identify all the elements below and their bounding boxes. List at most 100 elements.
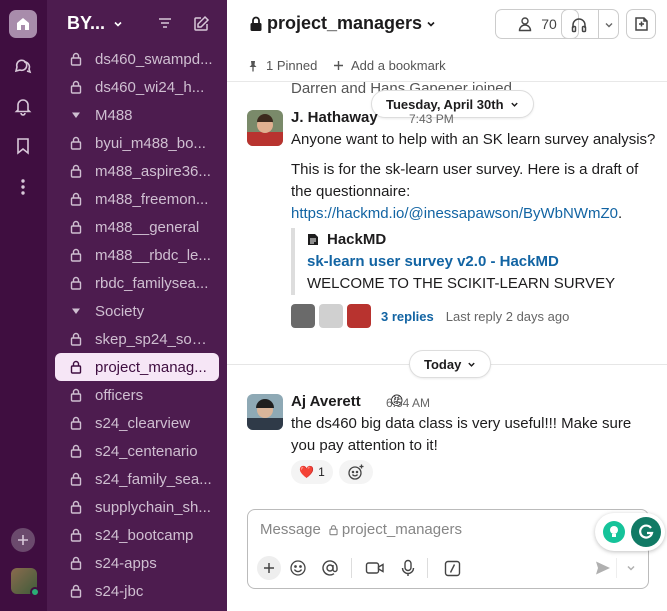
message-timestamp[interactable]: 7:43 PM	[409, 112, 454, 126]
lightbulb-icon	[603, 521, 625, 543]
caret-down-icon	[72, 112, 80, 118]
sidebar-channel[interactable]: m488_freemon...	[47, 185, 227, 213]
sidebar-channel[interactable]: s24_bootcamp	[47, 521, 227, 549]
message-author[interactable]: Aj Averett	[291, 393, 361, 410]
sidebar-channel-label: m488_freemon...	[95, 190, 209, 208]
attach-button[interactable]	[257, 556, 281, 580]
chevron-down-icon[interactable]	[604, 20, 614, 30]
lock-icon	[70, 528, 82, 542]
sidebar-channel-active[interactable]: project_manag...	[55, 353, 219, 381]
add-emoji-icon	[348, 464, 364, 480]
slash-command-icon	[444, 560, 460, 576]
compose-icon[interactable]	[192, 15, 210, 33]
sidebar-channel[interactable]: s24_family_sea...	[47, 465, 227, 493]
sidebar-channel[interactable]: skep_sp24_soci...	[47, 325, 227, 353]
lock-icon	[70, 164, 82, 178]
bookmark-icon[interactable]	[12, 135, 34, 157]
lock-icon	[70, 500, 82, 514]
sidebar-channel[interactable]: s24_clearview	[47, 409, 227, 437]
reaction-heart[interactable]: ❤️ 1	[291, 460, 333, 484]
video-icon	[365, 562, 384, 574]
add-workspace-button[interactable]	[11, 528, 35, 552]
pin-icon	[249, 60, 257, 71]
message-author[interactable]: J. Hathaway	[291, 109, 378, 126]
toolbar-separator	[351, 558, 352, 578]
workspace-switcher[interactable]: BY...	[67, 13, 123, 34]
message-timestamp[interactable]: 6:54 AM	[386, 396, 430, 410]
emoji-button[interactable]	[287, 557, 309, 579]
sidebar-channel[interactable]: officers	[47, 381, 227, 409]
grammarly-widget[interactable]	[595, 513, 665, 551]
sidebar-channel[interactable]: byui_m488_bo...	[47, 129, 227, 157]
pinned-button[interactable]: 1 Pinned	[247, 58, 317, 73]
bell-icon[interactable]	[12, 95, 34, 117]
mention-button[interactable]	[319, 557, 341, 579]
chevron-down-icon	[427, 21, 435, 27]
huddle-button[interactable]	[561, 9, 619, 39]
sidebar-channel-label: ds460_swampd...	[95, 50, 213, 68]
message-link[interactable]: https://hackmd.io/@inessapawson/ByWbNWmZ…	[291, 205, 618, 222]
avatar[interactable]	[247, 110, 283, 146]
channel-title-button[interactable]: project_managers	[249, 13, 436, 34]
link-preview-source-label: HackMD	[327, 230, 387, 248]
sidebar-channel[interactable]: m488__general	[47, 213, 227, 241]
channel-list: ds460_swampd... ds460_wi24_h... M488 byu…	[47, 45, 227, 605]
sidebar-channel[interactable]: s24_centenario	[47, 437, 227, 465]
caret-down-icon	[72, 308, 80, 314]
sidebar-channel[interactable]: rbdc_familysea...	[47, 269, 227, 297]
workspace-name: BY...	[67, 13, 106, 33]
avatar[interactable]	[247, 394, 283, 430]
sidebar-section-society[interactable]: Society	[47, 297, 227, 325]
filter-icon[interactable]	[157, 15, 173, 31]
link-preview: HackMD sk-learn user survey v2.0 - HackM…	[291, 228, 651, 295]
document-icon	[308, 233, 318, 245]
message-text: Anyone want to help with an SK learn sur…	[291, 131, 656, 148]
shortcuts-button[interactable]	[441, 557, 463, 579]
at-sign-icon	[322, 560, 338, 576]
sidebar-channel[interactable]: ds460_swampd...	[47, 45, 227, 73]
sidebar-channel[interactable]: m488_aspire36...	[47, 157, 227, 185]
pinned-label: 1 Pinned	[266, 58, 318, 73]
date-divider[interactable]: Today	[409, 350, 492, 378]
link-preview-title[interactable]: sk-learn user survey v2.0 - HackMD	[307, 250, 651, 273]
home-icon[interactable]	[9, 10, 37, 38]
message-text-line: This is for the sk-learn user survey. He…	[291, 161, 639, 200]
video-clip-button[interactable]	[364, 557, 386, 579]
sidebar-channel-label: rbdc_familysea...	[95, 274, 209, 292]
sidebar-channel[interactable]: supplychain_sh...	[47, 493, 227, 521]
send-button[interactable]	[592, 557, 614, 579]
thread-replies-link[interactable]: 3 replies	[381, 309, 434, 324]
sidebar-channel-label: s24_bootcamp	[95, 526, 194, 544]
microphone-icon	[401, 559, 415, 576]
sidebar-section-label: M488	[95, 106, 133, 124]
message-input[interactable]: Message project_managers	[260, 521, 462, 538]
add-bookmark-button[interactable]: Add a bookmark	[333, 58, 446, 73]
add-reaction-button[interactable]	[339, 460, 373, 484]
sidebar-channel-label: project_manag...	[95, 358, 207, 376]
more-icon[interactable]	[12, 176, 34, 198]
thread-last-reply: Last reply 2 days ago	[445, 308, 570, 324]
sidebar-channel-label: s24_clearview	[95, 414, 191, 432]
channel-name: project_managers	[267, 13, 423, 33]
sidebar-section-m488[interactable]: M488	[47, 101, 227, 129]
canvas-button[interactable]	[626, 9, 656, 39]
canvas-icon	[635, 17, 648, 31]
chevron-down-icon	[627, 565, 635, 571]
sidebar-channel[interactable]: s24-apps	[47, 549, 227, 577]
channel-header: project_managers 70	[227, 0, 667, 50]
lock-icon	[329, 524, 338, 535]
headphones-icon	[571, 18, 587, 33]
thread-summary[interactable]: 3 replies Last reply 2 days ago	[291, 304, 569, 328]
dms-icon[interactable]	[12, 55, 34, 77]
sidebar-channel[interactable]: s24-jbc	[47, 577, 227, 605]
placeholder-channel: project_managers	[341, 521, 462, 538]
sidebar-channel[interactable]: ds460_wi24_h...	[47, 73, 227, 101]
sidebar-channel[interactable]: m488__rbdc_le...	[47, 241, 227, 269]
send-options-button[interactable]	[620, 557, 642, 579]
date-divider-label: Tuesday, April 30th	[386, 96, 504, 112]
audio-clip-button[interactable]	[397, 557, 419, 579]
chevron-down-icon	[510, 102, 518, 107]
lock-icon	[70, 556, 82, 570]
user-avatar[interactable]	[11, 568, 40, 597]
message-composer[interactable]: Message project_managers	[247, 509, 665, 589]
